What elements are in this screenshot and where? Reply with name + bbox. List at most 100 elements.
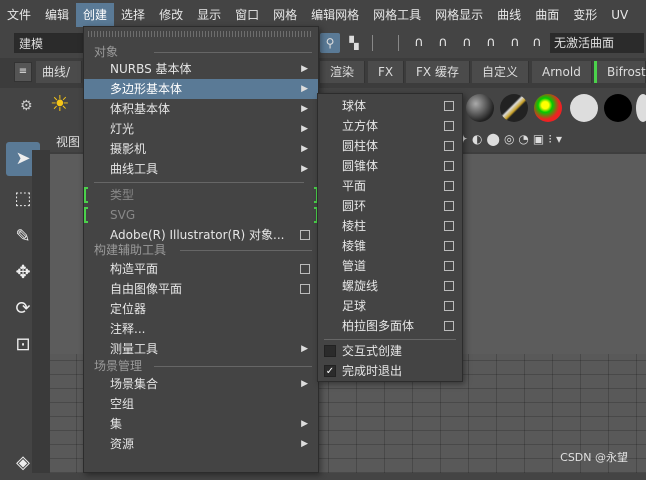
tab-custom[interactable]: 自定义 xyxy=(472,61,530,83)
submenu-item-cone[interactable]: 圆锥体 xyxy=(318,156,462,176)
option-box-icon[interactable] xyxy=(444,281,454,291)
option-box-icon[interactable] xyxy=(444,101,454,111)
menu-item-empty-group[interactable]: 空组 xyxy=(84,394,318,414)
option-box-icon[interactable] xyxy=(444,121,454,131)
snap-grid-icon[interactable]: ▚ xyxy=(344,33,364,53)
menu-item-annotation[interactable]: 注释... xyxy=(84,319,318,339)
menu-item-free-image-plane[interactable]: 自由图像平面 xyxy=(84,279,318,299)
menu-item-locator[interactable]: 定位器 xyxy=(84,299,318,319)
tab-curves[interactable]: 曲线/ xyxy=(36,61,82,83)
checkbox-unchecked-icon[interactable] xyxy=(324,345,336,357)
option-box-icon[interactable] xyxy=(300,230,310,240)
menu-item-cameras[interactable]: 摄影机 ▶ xyxy=(84,139,318,159)
tab-fx-cache[interactable]: FX 缓存 xyxy=(406,61,470,83)
magnet-icon[interactable]: ∩ xyxy=(410,33,428,53)
menu-uv[interactable]: UV xyxy=(604,3,635,27)
menu-item-construction-plane[interactable]: 构造平面 xyxy=(84,259,318,279)
menu-mesh-display[interactable]: 网格显示 xyxy=(428,3,490,27)
shaded-sphere-icon[interactable] xyxy=(466,94,494,122)
submenu-item-prism[interactable]: 棱柱 xyxy=(318,216,462,236)
option-box-icon[interactable] xyxy=(444,221,454,231)
menu-item-polygon-primitives[interactable]: 多边形基本体 ▶ xyxy=(84,79,318,99)
watermark: CSDN @永望 xyxy=(560,451,628,464)
submenu-arrow-icon: ▶ xyxy=(301,84,308,94)
sun-icon[interactable]: ☀ xyxy=(50,92,70,117)
interactive-creation-toggle[interactable]: 交互式创建 xyxy=(318,341,462,361)
menu-deform[interactable]: 变形 xyxy=(566,3,604,27)
white-sphere-icon[interactable] xyxy=(570,94,598,122)
shelf-menu-icon[interactable]: ≡ xyxy=(14,62,32,82)
option-box-icon[interactable] xyxy=(444,201,454,211)
submenu-item-helix[interactable]: 螺旋线 xyxy=(318,276,462,296)
submenu-arrow-icon: ▶ xyxy=(301,164,308,174)
menu-item-type[interactable]: 类型 xyxy=(84,185,318,205)
submenu-item-torus[interactable]: 圆环 xyxy=(318,196,462,216)
option-box-icon[interactable] xyxy=(300,284,310,294)
menu-window[interactable]: 窗口 xyxy=(228,3,266,27)
submenu-item-pipe[interactable]: 管道 xyxy=(318,256,462,276)
submenu-item-soccer-ball[interactable]: 足球 xyxy=(318,296,462,316)
option-box-icon[interactable] xyxy=(444,261,454,271)
magnet-icon[interactable]: ∩ xyxy=(458,33,476,53)
submenu-arrow-icon: ▶ xyxy=(301,439,308,449)
option-box-icon[interactable] xyxy=(444,301,454,311)
menu-item-volume-primitives[interactable]: 体积基本体 ▶ xyxy=(84,99,318,119)
submenu-item-pyramid[interactable]: 棱锥 xyxy=(318,236,462,256)
option-box-icon[interactable] xyxy=(444,141,454,151)
menu-item-nurbs[interactable]: NURBS 基本体 ▶ xyxy=(84,59,318,79)
viewport-display-icons[interactable]: ✦◐⬤◎◔▣⁝▾ xyxy=(458,132,638,150)
menu-create[interactable]: 创建 xyxy=(76,3,115,27)
submenu-item-plane[interactable]: 平面 xyxy=(318,176,462,196)
menu-curves[interactable]: 曲线 xyxy=(490,3,528,27)
option-box-icon[interactable] xyxy=(444,241,454,251)
option-box-icon[interactable] xyxy=(300,264,310,274)
mode-selector[interactable]: 建模 xyxy=(14,33,84,53)
menu-item-lights[interactable]: 灯光 ▶ xyxy=(84,119,318,139)
color-sphere-icon[interactable] xyxy=(534,94,562,122)
black-sphere-icon[interactable] xyxy=(604,94,632,122)
tab-arnold[interactable]: Arnold xyxy=(532,61,592,83)
viewport-menu[interactable]: 视图 xyxy=(56,133,80,150)
menu-edit-mesh[interactable]: 编辑网格 xyxy=(304,3,366,27)
menu-item-measure-tools[interactable]: 测量工具 ▶ xyxy=(84,339,318,359)
menu-item-curve-tools[interactable]: 曲线工具 ▶ xyxy=(84,159,318,179)
tab-bifrost[interactable]: Bifrost xyxy=(594,61,646,83)
magnet-icon[interactable]: ∩ xyxy=(506,33,524,53)
tear-off-handle[interactable] xyxy=(88,31,312,37)
submenu-arrow-icon: ▶ xyxy=(301,344,308,354)
menu-item-scene-assembly[interactable]: 场景集合 ▶ xyxy=(84,374,318,394)
submenu-item-platonic-solids[interactable]: 柏拉图多面体 xyxy=(318,316,462,336)
menu-item-svg[interactable]: SVG xyxy=(84,205,318,225)
submenu-item-cube[interactable]: 立方体 xyxy=(318,116,462,136)
magnet-icon[interactable]: ∩ xyxy=(528,33,546,53)
menu-file[interactable]: 文件 xyxy=(0,3,38,27)
menu-item-sets[interactable]: 集 ▶ xyxy=(84,414,318,434)
live-surface-field[interactable]: 无激活曲面 xyxy=(550,33,644,53)
menu-mesh-tools[interactable]: 网格工具 xyxy=(366,3,428,27)
gear-icon[interactable]: ⚙ xyxy=(20,98,33,114)
menu-item-assets[interactable]: 资源 ▶ xyxy=(84,434,318,454)
polygon-primitives-submenu: 球体 立方体 圆柱体 圆锥体 平面 圆环 棱柱 棱锥 管道 螺旋线 足球 柏拉图… xyxy=(317,93,463,382)
option-box-icon[interactable] xyxy=(444,181,454,191)
sphere-icon[interactable] xyxy=(636,94,646,122)
striped-sphere-icon[interactable] xyxy=(500,94,528,122)
menu-edit[interactable]: 编辑 xyxy=(38,3,76,27)
section-construction: 构建辅助工具 xyxy=(94,241,312,259)
menu-surfaces[interactable]: 曲面 xyxy=(528,3,566,27)
option-box-icon[interactable] xyxy=(444,321,454,331)
option-box-icon[interactable] xyxy=(444,161,454,171)
menu-modify[interactable]: 修改 xyxy=(152,3,190,27)
submenu-item-cylinder[interactable]: 圆柱体 xyxy=(318,136,462,156)
menu-select[interactable]: 选择 xyxy=(114,3,152,27)
snap-icon[interactable]: ⚲ xyxy=(320,33,340,53)
magnet-icon[interactable]: ∩ xyxy=(434,33,452,53)
menu-separator xyxy=(324,339,456,340)
tab-fx[interactable]: FX xyxy=(368,61,405,83)
submenu-item-sphere[interactable]: 球体 xyxy=(318,96,462,116)
menu-mesh[interactable]: 网格 xyxy=(266,3,304,27)
checkbox-checked-icon[interactable]: ✓ xyxy=(324,365,336,377)
exit-on-completion-toggle[interactable]: ✓ 完成时退出 xyxy=(318,361,462,381)
menu-display[interactable]: 显示 xyxy=(190,3,228,27)
magnet-icon[interactable]: ∩ xyxy=(482,33,500,53)
tab-rendering[interactable]: 渲染 xyxy=(320,61,366,83)
